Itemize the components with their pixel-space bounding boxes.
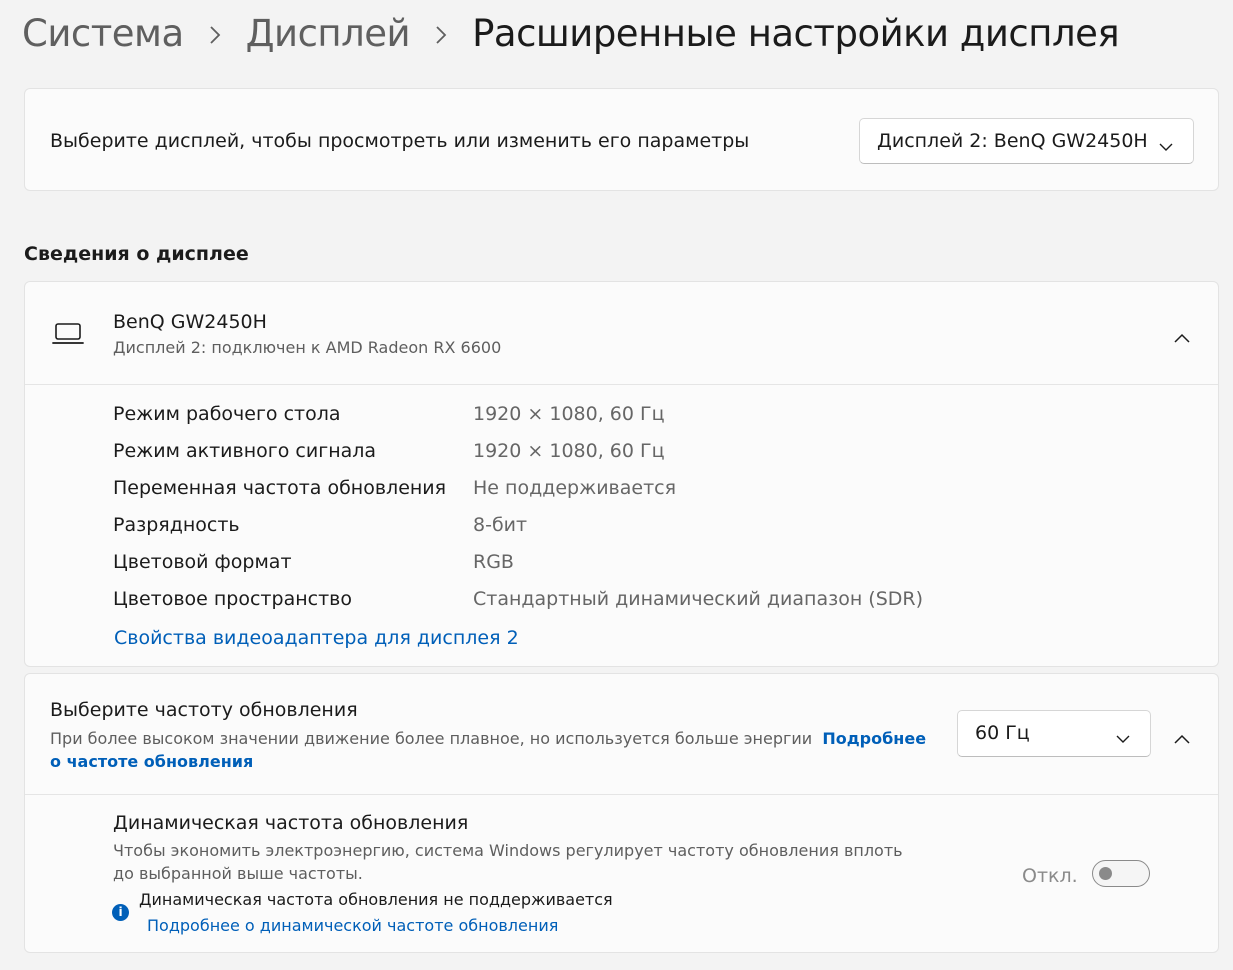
adapter-properties-link[interactable]: Свойства видеоадаптера для дисплея 2 bbox=[114, 627, 519, 649]
monitor-subtitle: Дисплей 2: подключен к AMD Radeon RX 660… bbox=[113, 338, 502, 357]
dynamic-refresh-toggle-label: Откл. bbox=[1022, 865, 1078, 887]
refresh-rate-value: 60 Гц bbox=[975, 722, 1030, 744]
info-row: Режим рабочего стола 1920 × 1080, 60 Гц bbox=[113, 403, 923, 440]
refresh-rate-card: Выберите частоту обновления При более вы… bbox=[24, 673, 1219, 953]
breadcrumb-system[interactable]: Система bbox=[22, 12, 184, 55]
info-icon: i bbox=[112, 904, 129, 921]
refresh-rate-description: При более высоком значении движение боле… bbox=[50, 727, 930, 773]
display-select-label: Выберите дисплей, чтобы просмотреть или … bbox=[50, 130, 750, 152]
info-row-value: 8-бит bbox=[473, 514, 528, 536]
refresh-rate-description-text: При более высоком значении движение боле… bbox=[50, 729, 813, 748]
display-info-rows: Режим рабочего стола 1920 × 1080, 60 Гц … bbox=[113, 403, 923, 625]
display-select-card: Выберите дисплей, чтобы просмотреть или … bbox=[24, 88, 1219, 191]
info-row: Режим активного сигнала 1920 × 1080, 60 … bbox=[113, 440, 923, 477]
display-info-header[interactable]: BenQ GW2450H Дисплей 2: подключен к AMD … bbox=[25, 282, 1218, 385]
chevron-up-icon[interactable] bbox=[1174, 729, 1190, 748]
dynamic-refresh-toggle[interactable] bbox=[1092, 860, 1150, 887]
toggle-knob bbox=[1099, 867, 1112, 880]
display-dropdown-value: Дисплей 2: BenQ GW2450H bbox=[877, 130, 1148, 152]
info-row: Переменная частота обновления Не поддерж… bbox=[113, 477, 923, 514]
info-row: Цветовое пространство Стандартный динами… bbox=[113, 588, 923, 625]
breadcrumb-display[interactable]: Дисплей bbox=[246, 12, 411, 55]
info-row: Разрядность 8-бит bbox=[113, 514, 923, 551]
refresh-rate-header: Выберите частоту обновления При более вы… bbox=[25, 674, 1218, 795]
dynamic-refresh-more-link[interactable]: Подробнее о динамической частоте обновле… bbox=[147, 916, 558, 935]
info-row-label: Режим активного сигнала bbox=[113, 440, 377, 462]
refresh-rate-title: Выберите частоту обновления bbox=[50, 699, 358, 721]
info-row-value: Не поддерживается bbox=[473, 477, 677, 499]
chevron-up-icon[interactable] bbox=[1174, 328, 1190, 347]
info-row: Цветовой формат RGB bbox=[113, 551, 923, 588]
info-row-label: Режим рабочего стола bbox=[113, 403, 341, 425]
display-dropdown[interactable]: Дисплей 2: BenQ GW2450H bbox=[859, 118, 1194, 164]
refresh-rate-dropdown[interactable]: 60 Гц bbox=[957, 710, 1151, 757]
info-row-label: Цветовой формат bbox=[113, 551, 292, 573]
info-row-label: Разрядность bbox=[113, 514, 240, 536]
info-row-value: 1920 × 1080, 60 Гц bbox=[473, 440, 665, 462]
page-title: Расширенные настройки дисплея bbox=[472, 11, 1120, 55]
info-row-value: 1920 × 1080, 60 Гц bbox=[473, 403, 665, 425]
info-row-value: Стандартный динамический диапазон (SDR) bbox=[473, 588, 924, 610]
section-title: Сведения о дисплее bbox=[24, 243, 249, 265]
breadcrumb: Система Дисплей Расширенные настройки ди… bbox=[22, 8, 1223, 58]
monitor-name: BenQ GW2450H bbox=[113, 311, 267, 333]
chevron-right-icon bbox=[184, 12, 246, 55]
chevron-down-icon bbox=[1116, 727, 1130, 749]
info-row-value: RGB bbox=[473, 551, 514, 573]
dynamic-refresh-note: Динамическая частота обновления не подде… bbox=[139, 890, 613, 909]
laptop-icon bbox=[52, 322, 84, 350]
dynamic-refresh-title: Динамическая частота обновления bbox=[113, 812, 469, 834]
dynamic-refresh-description: Чтобы экономить электроэнергию, система … bbox=[113, 841, 903, 883]
chevron-down-icon bbox=[1159, 135, 1173, 157]
info-row-label: Переменная частота обновления bbox=[113, 477, 447, 499]
info-row-label: Цветовое пространство bbox=[113, 588, 352, 610]
display-info-card: BenQ GW2450H Дисплей 2: подключен к AMD … bbox=[24, 281, 1219, 667]
chevron-right-icon bbox=[410, 12, 472, 55]
